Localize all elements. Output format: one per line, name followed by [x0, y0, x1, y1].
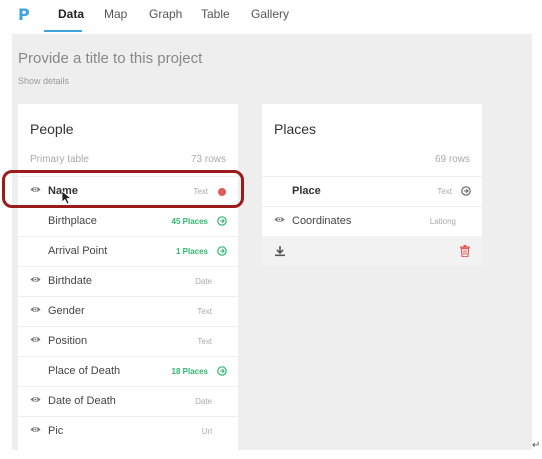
- eye-icon[interactable]: [30, 304, 41, 315]
- people-field-row[interactable]: Date of Death Date: [18, 386, 238, 416]
- places-row-count: 69 rows: [434, 154, 470, 165]
- return-glyph: ↵: [532, 440, 541, 451]
- name-field-highlight: [2, 170, 244, 208]
- trash-icon[interactable]: [460, 245, 470, 257]
- tab-data[interactable]: Data: [58, 7, 84, 21]
- eye-icon[interactable]: [274, 214, 285, 225]
- places-field-row[interactable]: Coordinates Latlong: [262, 206, 482, 236]
- people-table-card: People Primary table 73 rows Name Text Bir…: [18, 104, 238, 450]
- mouse-pointer-icon: [61, 190, 72, 205]
- places-table-card: Places 69 rows Place Text Coordinates Latlo…: [262, 104, 482, 266]
- eye-icon[interactable]: [30, 424, 41, 435]
- people-field-row[interactable]: Place of Death 18 Places: [18, 356, 238, 386]
- field-name[interactable]: Pic: [48, 425, 63, 437]
- field-type: Text: [437, 187, 452, 196]
- eye-icon[interactable]: [30, 334, 41, 345]
- places-card-footer: [262, 236, 482, 266]
- field-name[interactable]: Birthplace: [48, 215, 97, 227]
- linked-places-count[interactable]: 1 Places: [176, 247, 208, 256]
- field-name[interactable]: Coordinates: [292, 215, 351, 227]
- people-field-row[interactable]: Birthplace 45 Places: [18, 206, 238, 236]
- field-type: Date: [195, 277, 212, 286]
- download-icon[interactable]: [274, 245, 286, 257]
- field-name[interactable]: Place of Death: [48, 365, 120, 377]
- field-name[interactable]: Date of Death: [48, 395, 116, 407]
- field-name[interactable]: Gender: [48, 305, 85, 317]
- people-table-title[interactable]: People: [30, 121, 74, 137]
- field-type: Text: [197, 337, 212, 346]
- arrow-circle-right-icon[interactable]: [217, 366, 227, 376]
- people-field-row[interactable]: Gender Text: [18, 296, 238, 326]
- arrow-circle-right-icon[interactable]: [217, 216, 227, 226]
- tab-table[interactable]: Table: [201, 7, 230, 21]
- field-name[interactable]: Birthdate: [48, 275, 92, 287]
- people-field-row[interactable]: Position Text: [18, 326, 238, 356]
- primary-table-label: Primary table: [30, 154, 89, 165]
- tab-gallery[interactable]: Gallery: [251, 7, 289, 21]
- people-row-count: 73 rows: [190, 154, 226, 165]
- field-type: Text: [197, 307, 212, 316]
- linked-places-count[interactable]: 18 Places: [172, 367, 208, 376]
- field-type: Date: [195, 397, 212, 406]
- places-table-title[interactable]: Places: [274, 121, 316, 137]
- field-type: Url: [201, 427, 212, 436]
- people-field-row[interactable]: Pic Url: [18, 416, 238, 446]
- workspace: Provide a title to this project Show det…: [12, 34, 532, 450]
- field-name[interactable]: Place: [292, 185, 321, 197]
- people-field-row[interactable]: Birthdate Date: [18, 266, 238, 296]
- project-title[interactable]: Provide a title to this project: [18, 50, 202, 67]
- field-name[interactable]: Position: [48, 335, 87, 347]
- active-tab-indicator: [44, 30, 82, 32]
- linked-places-count[interactable]: 45 Places: [172, 217, 208, 226]
- app-logo[interactable]: P: [18, 5, 30, 24]
- arrow-circle-right-icon[interactable]: [217, 246, 227, 256]
- eye-icon[interactable]: [30, 394, 41, 405]
- eye-icon[interactable]: [30, 274, 41, 285]
- places-field-row[interactable]: Place Text: [262, 176, 482, 206]
- people-field-row[interactable]: Arrival Point 1 Places: [18, 236, 238, 266]
- field-name[interactable]: Arrival Point: [48, 245, 107, 257]
- tab-map[interactable]: Map: [104, 7, 127, 21]
- tab-graph[interactable]: Graph: [149, 7, 182, 21]
- top-nav: P Data Map Graph Table Gallery: [0, 0, 542, 34]
- show-details-link[interactable]: Show details: [18, 76, 69, 86]
- arrow-circle-right-icon[interactable]: [461, 186, 471, 196]
- field-type: Latlong: [429, 217, 456, 226]
